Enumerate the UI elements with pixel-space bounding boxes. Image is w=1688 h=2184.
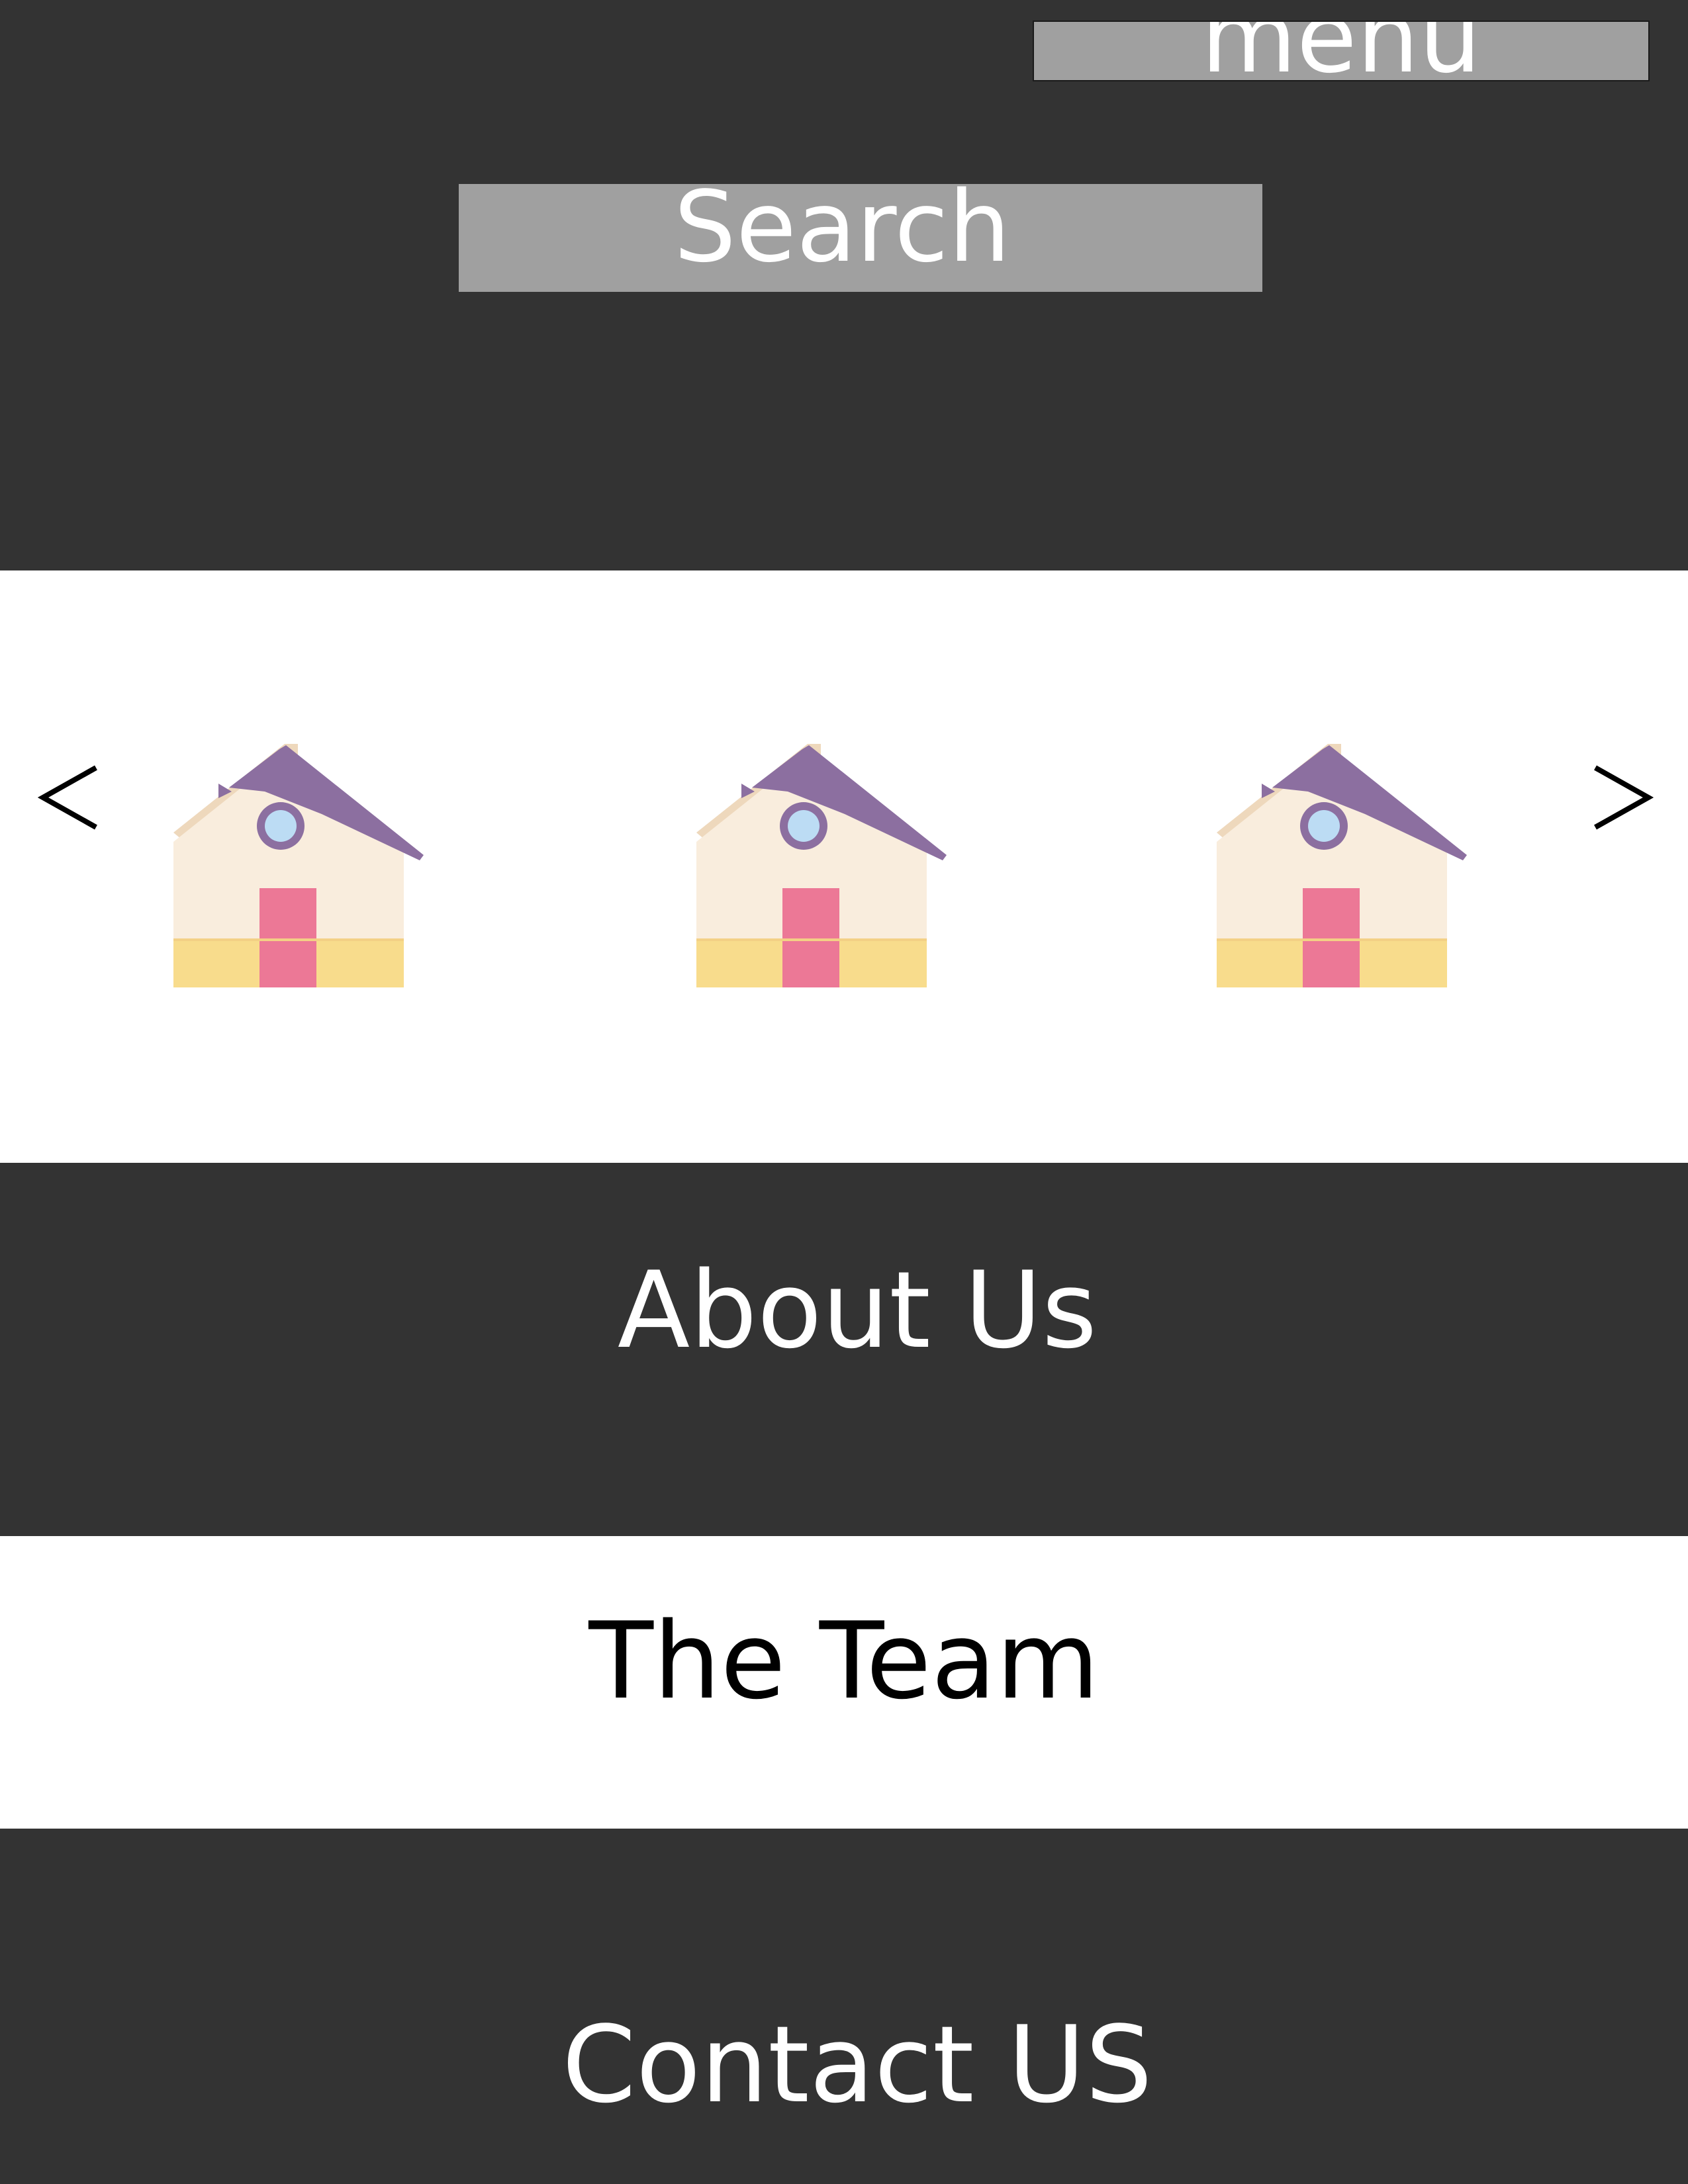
contact-us-link[interactable]: Contact US bbox=[0, 2005, 1688, 2124]
header: menu Search bbox=[0, 0, 1688, 570]
carousel-next-button[interactable] bbox=[1585, 748, 1658, 847]
about-us-link[interactable]: About Us bbox=[0, 1251, 1688, 1370]
house-icon[interactable] bbox=[165, 740, 444, 991]
page: menu Search About Us The Team Contact US bbox=[0, 0, 1688, 2184]
menu-button[interactable]: menu bbox=[1033, 21, 1650, 81]
house-icon[interactable] bbox=[1209, 740, 1487, 991]
menu-button-label: menu bbox=[1201, 21, 1481, 81]
house-icon[interactable] bbox=[688, 740, 966, 991]
carousel-prev-button[interactable] bbox=[33, 748, 106, 847]
search-input[interactable]: Search bbox=[459, 178, 1262, 292]
chevron-left-icon bbox=[37, 765, 97, 830]
chevron-right-icon bbox=[1594, 765, 1654, 830]
the-team-link[interactable]: The Team bbox=[0, 1602, 1688, 1721]
